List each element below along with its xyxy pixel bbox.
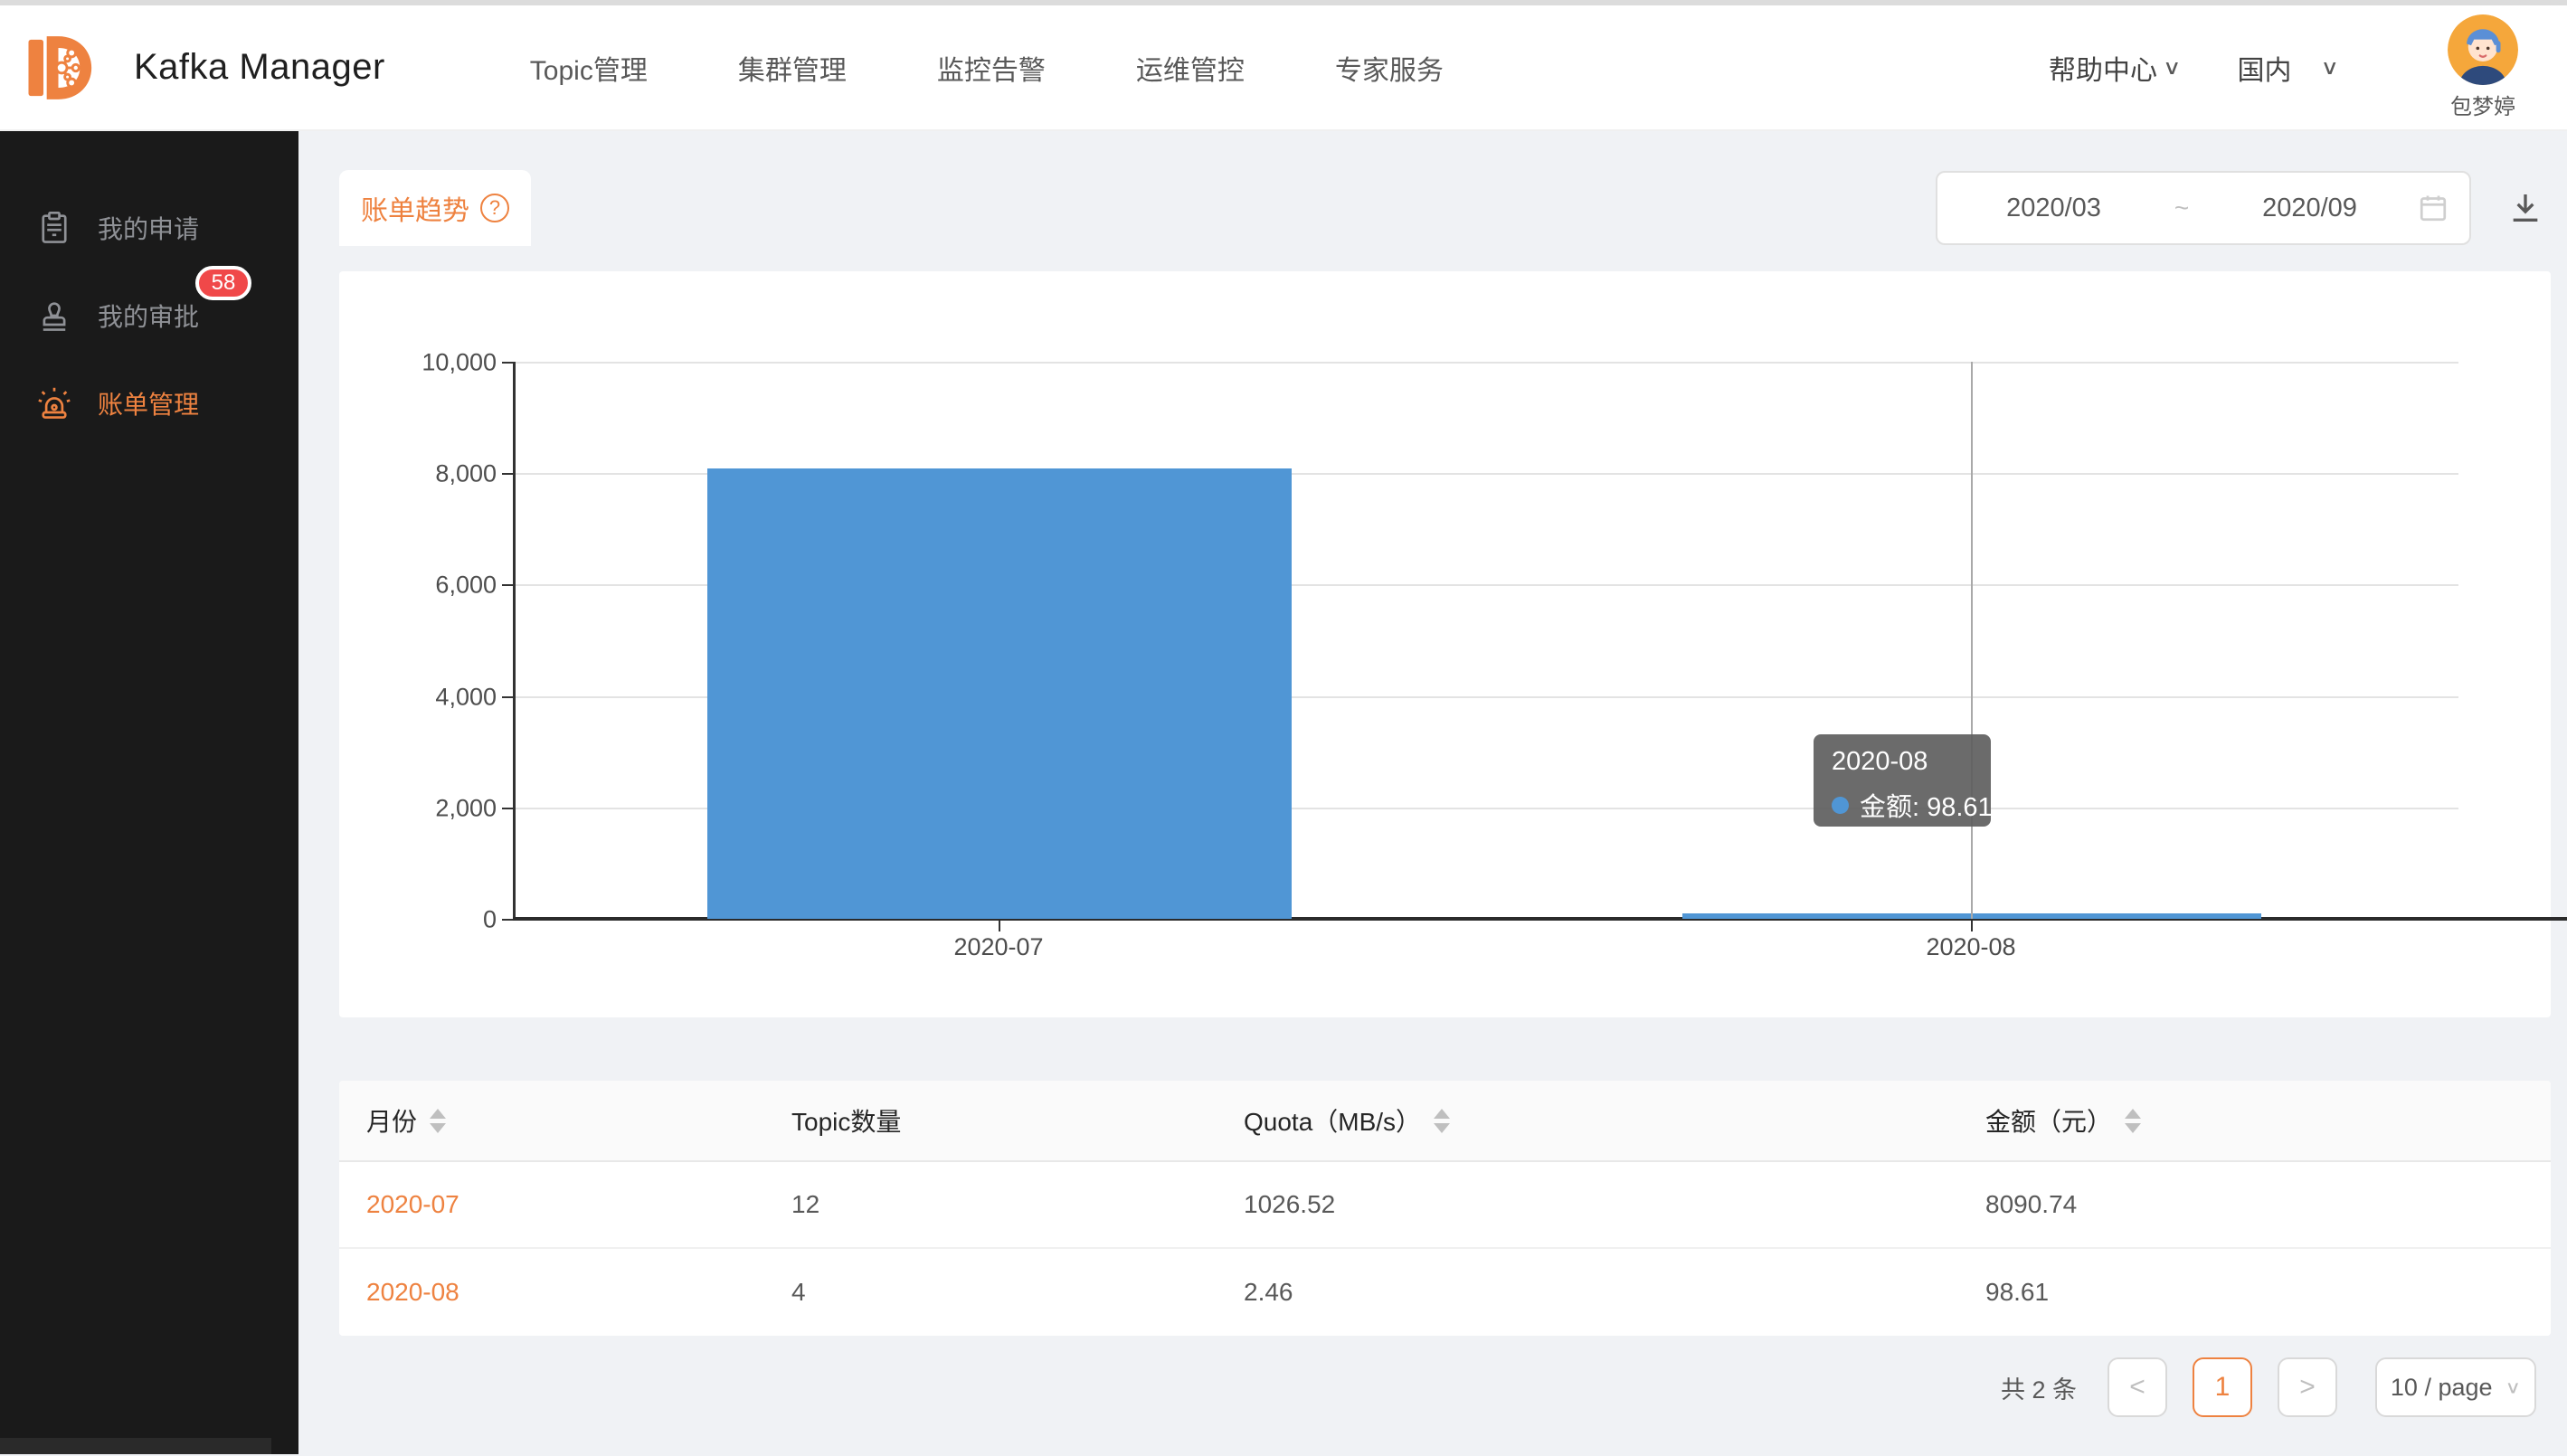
page-size-select[interactable]: 10 / page ∨ bbox=[2375, 1357, 2536, 1417]
nav-ops-control[interactable]: 运维管控 bbox=[1136, 48, 1245, 88]
page-1-button[interactable]: 1 bbox=[2193, 1357, 2252, 1417]
question-circle-icon[interactable]: ? bbox=[480, 194, 509, 222]
month-link[interactable]: 2020-08 bbox=[339, 1278, 764, 1307]
table-row: 2020-07 12 1026.52 8090.74 bbox=[339, 1162, 2551, 1249]
amount-cell: 8090.74 bbox=[1958, 1190, 2551, 1219]
y-tick bbox=[502, 473, 513, 475]
column-header-month[interactable]: 月份 bbox=[339, 1102, 764, 1139]
sidebar-item-my-approvals[interactable]: 我的审批 58 bbox=[0, 271, 298, 359]
sidebar: 我的申请 我的审批 58 bbox=[0, 131, 298, 1454]
y-tick bbox=[502, 584, 513, 586]
topic-count-cell: 12 bbox=[764, 1190, 1217, 1219]
tooltip-value: 金额: 98.61 bbox=[1860, 786, 1993, 824]
y-tick bbox=[502, 919, 513, 921]
user-block[interactable]: 包梦婷 bbox=[2448, 14, 2518, 120]
topic-count-cell: 4 bbox=[764, 1278, 1217, 1307]
nav-topic-management[interactable]: Topic管理 bbox=[530, 48, 648, 88]
sidebar-item-bill-management[interactable]: 账单管理 bbox=[0, 359, 298, 447]
chevron-down-icon: ∨ bbox=[2505, 1376, 2522, 1397]
main-content: 账单趋势 ? 2020/03 ~ 2020/09 bbox=[298, 131, 2567, 1454]
x-tick bbox=[1971, 921, 1973, 931]
x-axis-label: 2020-07 bbox=[890, 933, 1107, 961]
help-center-label: 帮助中心 bbox=[2049, 48, 2157, 88]
region-label: 国内 bbox=[2238, 48, 2292, 88]
top-header: Kafka Manager Topic管理 集群管理 监控告警 运维管控 专家服… bbox=[0, 5, 2567, 131]
table-header-row: 月份 Topic数量 Quota（MB/s） 金额（元） bbox=[339, 1081, 2551, 1162]
header-right-group: 帮助中心 ∨ 国内 ∨ bbox=[2049, 14, 2567, 120]
nav-expert-service[interactable]: 专家服务 bbox=[1335, 48, 1444, 88]
app-title: Kafka Manager bbox=[134, 47, 385, 88]
sort-icon[interactable] bbox=[2125, 1109, 2141, 1133]
y-tick bbox=[502, 808, 513, 809]
sidebar-item-label: 我的申请 bbox=[98, 210, 199, 246]
nav-cluster-management[interactable]: 集群管理 bbox=[738, 48, 847, 88]
x-tick bbox=[999, 921, 1000, 931]
quota-cell: 1026.52 bbox=[1217, 1190, 1958, 1219]
tooltip-crosshair-line bbox=[1971, 362, 1973, 919]
nav-monitor-alert[interactable]: 监控告警 bbox=[937, 48, 1046, 88]
kafka-manager-app: Kafka Manager Topic管理 集群管理 监控告警 运维管控 专家服… bbox=[0, 0, 2567, 1456]
y-axis-label: 2,000 bbox=[352, 795, 497, 823]
sidebar-item-my-applications[interactable]: 我的申请 bbox=[0, 184, 298, 271]
sort-icon[interactable] bbox=[1434, 1109, 1450, 1133]
y-tick bbox=[502, 362, 513, 364]
next-page-button[interactable]: > bbox=[2278, 1357, 2337, 1417]
page-size-value: 10 / page bbox=[2391, 1374, 2493, 1402]
sort-icon[interactable] bbox=[430, 1109, 446, 1133]
amount-cell: 98.61 bbox=[1958, 1278, 2551, 1307]
column-header-amount[interactable]: 金额（元） bbox=[1958, 1102, 2551, 1139]
chevron-down-icon: ∨ bbox=[2163, 55, 2182, 79]
pagination-total: 共 2 条 bbox=[2001, 1370, 2077, 1405]
app-logo-icon bbox=[24, 28, 103, 108]
top-navigation: Topic管理 集群管理 监控告警 运维管控 专家服务 bbox=[530, 48, 1444, 88]
quota-cell: 2.46 bbox=[1217, 1278, 1958, 1307]
y-axis-label: 8,000 bbox=[352, 460, 497, 488]
y-axis-label: 6,000 bbox=[352, 572, 497, 600]
download-icon[interactable] bbox=[2507, 190, 2543, 226]
month-link[interactable]: 2020-07 bbox=[339, 1190, 764, 1219]
date-range-picker[interactable]: 2020/03 ~ 2020/09 bbox=[1936, 171, 2471, 245]
x-axis-label: 2020-08 bbox=[1862, 933, 2079, 961]
tooltip-title: 2020-08 bbox=[1832, 747, 1973, 777]
column-header-topic-count: Topic数量 bbox=[764, 1102, 1217, 1139]
table-row: 2020-08 4 2.46 98.61 bbox=[339, 1249, 2551, 1336]
tab-bill-trend[interactable]: 账单趋势 ? bbox=[339, 170, 531, 246]
avatar-illustration bbox=[2448, 14, 2518, 85]
date-start-value[interactable]: 2020/03 bbox=[1947, 194, 2161, 223]
y-axis-label: 4,000 bbox=[352, 684, 497, 712]
region-selector[interactable]: 国内 ∨ bbox=[2238, 48, 2340, 88]
date-end-value[interactable]: 2020/09 bbox=[2202, 194, 2417, 223]
y-axis-label: 0 bbox=[352, 906, 497, 934]
chevron-down-icon: ∨ bbox=[2321, 55, 2340, 79]
sidebar-item-label: 账单管理 bbox=[98, 385, 199, 421]
pagination: 共 2 条 < 1 > 10 / page ∨ bbox=[339, 1357, 2551, 1417]
y-axis bbox=[513, 362, 516, 919]
column-header-quota[interactable]: Quota（MB/s） bbox=[1217, 1102, 1958, 1139]
chart-tooltip: 2020-08 金额: 98.61 bbox=[1814, 734, 1991, 827]
bar-2020-07[interactable] bbox=[707, 468, 1292, 919]
user-name: 包梦婷 bbox=[2450, 89, 2515, 120]
y-axis-label: 10,000 bbox=[352, 349, 497, 377]
date-range-separator: ~ bbox=[2161, 194, 2202, 222]
prev-page-button[interactable]: < bbox=[2108, 1357, 2167, 1417]
sidebar-collapse-bar[interactable] bbox=[0, 1438, 271, 1454]
bill-table: 月份 Topic数量 Quota（MB/s） 金额（元） bbox=[339, 1081, 2551, 1336]
avatar[interactable] bbox=[2448, 14, 2518, 85]
y-tick bbox=[502, 696, 513, 698]
gridline bbox=[513, 362, 2458, 364]
clipboard-icon bbox=[36, 210, 72, 246]
bill-trend-chart: 10,000 8,000 6,000 4,000 2,000 0 2020-07… bbox=[339, 271, 2551, 1017]
series-dot-icon bbox=[1832, 797, 1849, 814]
tab-label: 账单趋势 bbox=[361, 188, 469, 228]
calendar-icon bbox=[2417, 192, 2449, 224]
approvals-count-badge: 58 bbox=[195, 266, 251, 300]
sidebar-item-label: 我的审批 bbox=[98, 298, 199, 334]
help-center-menu[interactable]: 帮助中心 ∨ bbox=[2049, 48, 2182, 88]
toolbar: 账单趋势 ? 2020/03 ~ 2020/09 bbox=[339, 168, 2551, 248]
toolbar-right-group: 2020/03 ~ 2020/09 bbox=[1936, 171, 2551, 245]
stamp-icon bbox=[36, 298, 72, 334]
siren-icon bbox=[36, 385, 72, 421]
